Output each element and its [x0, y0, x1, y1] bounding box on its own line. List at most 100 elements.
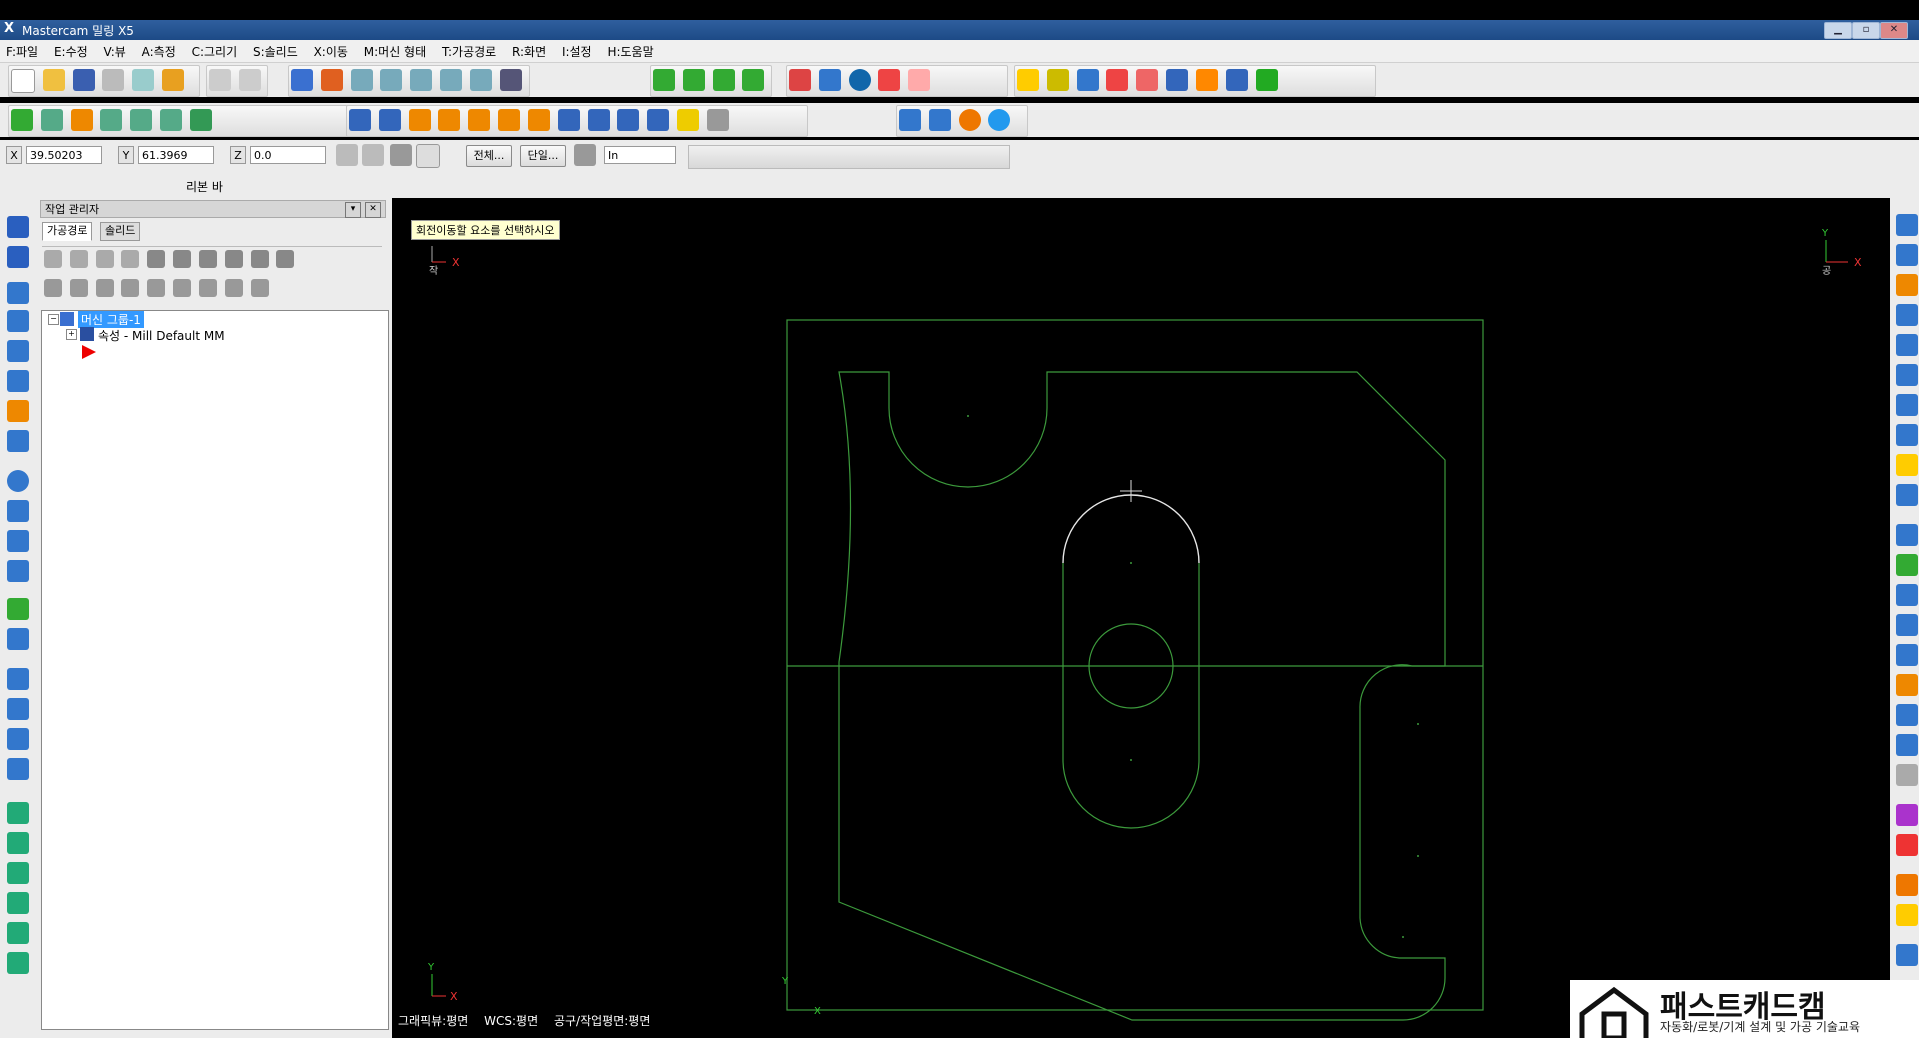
menu-create[interactable]: C:그리기 [186, 40, 244, 63]
analyze-grid-icon[interactable] [1136, 69, 1159, 91]
geometry-canvas[interactable]: X 작 Y X 공 Y X Y X [392, 198, 1890, 1038]
fillet-right-icon[interactable] [1896, 364, 1918, 386]
zoom-out-icon[interactable] [469, 69, 492, 91]
face-icon[interactable] [7, 310, 29, 332]
analyze-right-icon[interactable] [1896, 484, 1918, 506]
pencil-right-icon[interactable] [1896, 454, 1918, 476]
menu-machine-type[interactable]: M:머신 형태 [358, 40, 432, 63]
menu-xform[interactable]: X:이동 [308, 40, 354, 63]
distance-icon[interactable] [1166, 69, 1189, 91]
eraser-icon[interactable] [878, 69, 901, 91]
surface-parallel-icon[interactable] [7, 802, 29, 824]
fast-point-icon[interactable] [336, 144, 358, 166]
graphic-view-status[interactable]: 그래픽뷰:평면 [398, 1014, 468, 1028]
g1-icon[interactable] [198, 250, 217, 268]
machine-group-label[interactable]: 머신 그룹-1 [78, 311, 144, 328]
tool-plane-status[interactable]: 공구/작업평면:평면 [554, 1014, 650, 1028]
lock-icon[interactable] [44, 279, 62, 297]
top-view-icon[interactable] [682, 69, 705, 91]
transform-op-icon[interactable] [7, 668, 29, 690]
project-icon[interactable] [557, 109, 580, 131]
regenerate-icon[interactable] [95, 250, 114, 268]
trim-icon[interactable] [349, 109, 371, 131]
op-help-icon[interactable] [276, 250, 295, 268]
tab-solids[interactable]: 솔리드 [100, 222, 141, 241]
zoom-selected-icon[interactable] [440, 69, 463, 91]
select-options-icon[interactable] [574, 144, 596, 166]
move-up-icon[interactable] [147, 279, 166, 297]
dimension-icon[interactable] [1896, 214, 1918, 236]
stretch-icon[interactable] [617, 109, 640, 131]
shaded-sphere-icon[interactable] [848, 69, 871, 91]
menu-toolpaths[interactable]: T:가공경로 [436, 40, 502, 63]
part-outline[interactable] [838, 371, 1446, 1021]
brush-icon[interactable] [162, 69, 185, 91]
misc-icon[interactable] [706, 109, 729, 131]
circle-mill-icon[interactable] [7, 470, 29, 492]
surface-contour-icon[interactable] [7, 922, 29, 944]
trim-op-icon[interactable] [7, 698, 29, 720]
mirror-icon[interactable] [468, 109, 491, 131]
right-view-icon[interactable] [742, 69, 765, 91]
fit-icon[interactable] [320, 69, 343, 91]
autocursor-icon[interactable] [362, 144, 384, 166]
globe-right-icon[interactable] [1896, 734, 1918, 756]
stock-icon[interactable] [7, 628, 29, 650]
offset-icon[interactable] [527, 109, 550, 131]
high-feed-icon[interactable] [250, 250, 269, 268]
contour-icon[interactable] [7, 216, 29, 238]
panel-close-icon[interactable]: ✕ [365, 202, 381, 218]
front-view-icon[interactable] [712, 69, 735, 91]
open-file-icon[interactable] [42, 69, 65, 91]
panel-dropdown-icon[interactable]: ▾ [345, 202, 361, 218]
new-file-icon[interactable] [11, 69, 35, 93]
wave-icon[interactable] [224, 279, 243, 297]
x-coordinate-field[interactable]: 39.50203 [26, 146, 102, 164]
minimize-button[interactable]: ▁ [1824, 22, 1852, 39]
help-icon[interactable] [416, 144, 440, 168]
slot-outline[interactable] [1062, 563, 1200, 829]
backplot-op-icon[interactable] [147, 250, 166, 268]
menu-file[interactable]: F:파일 [0, 40, 44, 63]
translate-icon[interactable] [408, 109, 431, 131]
simulate-icon[interactable] [988, 109, 1011, 131]
fillet-chain-icon[interactable] [1896, 644, 1918, 666]
bore-icon[interactable] [7, 530, 29, 552]
array-icon[interactable] [587, 109, 610, 131]
print-icon[interactable] [102, 69, 125, 91]
circle-right-icon[interactable] [1896, 614, 1918, 636]
arc-icon[interactable] [1896, 274, 1918, 296]
select-dirty-ops-icon[interactable] [69, 250, 88, 268]
close-button[interactable]: ✕ [1880, 22, 1908, 39]
point-right-icon[interactable] [1896, 554, 1918, 576]
chamfer-right-icon[interactable] [1896, 394, 1918, 416]
regenerate-dirty-icon[interactable] [121, 250, 140, 268]
undo-icon[interactable] [209, 69, 231, 91]
view-right-icon[interactable] [1896, 524, 1918, 546]
cylinder-icon[interactable] [189, 109, 212, 131]
wcs-status[interactable]: WCS:평면 [484, 1014, 538, 1028]
insert-arrow-marker-icon[interactable] [82, 345, 96, 359]
post-op-icon[interactable] [224, 250, 243, 268]
check-icon[interactable] [7, 598, 29, 620]
select-all-ops-icon[interactable] [44, 250, 62, 268]
print-preview-icon[interactable] [132, 69, 155, 91]
menu-settings[interactable]: I:설정 [556, 40, 598, 63]
save-icon[interactable] [72, 69, 95, 91]
slot-selected-arc[interactable] [1062, 494, 1200, 564]
color-right-icon[interactable] [1896, 804, 1918, 826]
menu-edit[interactable]: E:수정 [48, 40, 94, 63]
pocket-icon[interactable] [7, 246, 29, 268]
orange-tool-icon[interactable] [1195, 69, 1218, 91]
surface-project-icon[interactable] [7, 862, 29, 884]
layer-right-icon[interactable] [1896, 904, 1918, 926]
menu-analyze[interactable]: A:측정 [136, 40, 182, 63]
nest-icon[interactable] [7, 728, 29, 750]
surface-radial-icon[interactable] [7, 832, 29, 854]
toggle-display-icon[interactable] [69, 279, 88, 297]
line-right-icon[interactable] [1896, 584, 1918, 606]
surface-pencil-icon[interactable] [7, 952, 29, 974]
graphics-viewport[interactable]: X 작 Y X 공 Y X Y X [392, 198, 1890, 1038]
break-icon[interactable] [378, 109, 401, 131]
blank-right-icon[interactable] [1896, 764, 1918, 786]
